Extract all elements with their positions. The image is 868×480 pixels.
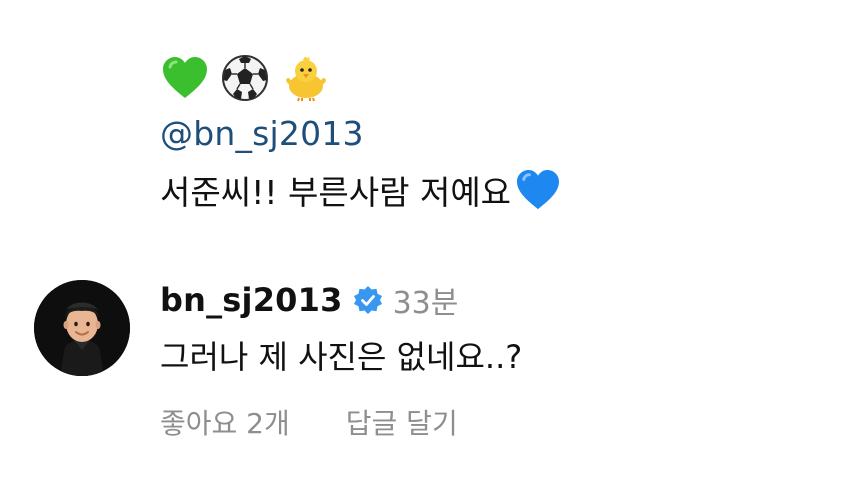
reply-actions: 좋아요 2개 답글 달기 bbox=[160, 402, 458, 442]
reply-text: 그러나 제 사진은 없네요..? bbox=[160, 338, 523, 376]
avatar[interactable] bbox=[34, 280, 130, 376]
comment-text: 서준씨!! 부른사람 저예요 bbox=[160, 166, 561, 214]
reply-username[interactable]: bn_sj2013 bbox=[160, 281, 343, 319]
verified-badge-icon bbox=[353, 285, 383, 315]
reply-header: bn_sj2013 33분 bbox=[160, 278, 458, 322]
soccer-ball-icon bbox=[220, 53, 270, 103]
like-count-button[interactable]: 좋아요 2개 bbox=[160, 402, 290, 442]
reply-button[interactable]: 답글 달기 bbox=[346, 402, 458, 442]
blue-heart-icon bbox=[515, 169, 561, 211]
baby-chick-icon bbox=[280, 53, 330, 103]
reply-time: 33분 bbox=[392, 286, 459, 321]
comment-body: 서준씨!! 부른사람 저예요 bbox=[160, 173, 512, 212]
green-heart-icon bbox=[160, 53, 210, 103]
emoji-row bbox=[160, 52, 330, 104]
mention-link[interactable]: @bn_sj2013 bbox=[160, 114, 364, 153]
